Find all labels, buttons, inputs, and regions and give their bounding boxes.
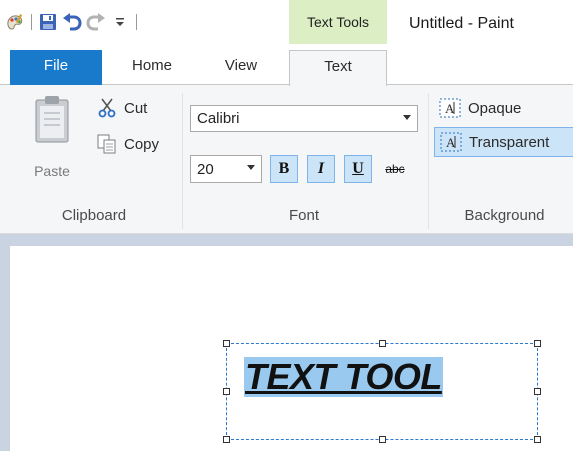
italic-button[interactable]: I: [307, 155, 335, 183]
window-title: Untitled - Paint: [409, 15, 514, 32]
paste-icon: [34, 95, 70, 146]
text-tools-context-header: Text Tools: [289, 0, 387, 44]
transparent-button[interactable]: A Transparent: [434, 127, 573, 157]
undo-icon[interactable]: [61, 11, 83, 33]
resize-handle[interactable]: [379, 340, 386, 347]
tab-text[interactable]: Text: [289, 50, 387, 86]
group-separator: [182, 93, 183, 229]
paste-button[interactable]: Paste: [26, 95, 78, 185]
ribbon-tabs: File Home View Text: [0, 50, 573, 86]
background-group-label: Background: [464, 207, 545, 224]
strikethrough-button[interactable]: abc: [381, 155, 409, 183]
group-separator: [428, 93, 429, 229]
resize-handle[interactable]: [223, 436, 230, 443]
typed-text[interactable]: TEXT TOOL: [244, 357, 443, 397]
underline-button[interactable]: U: [344, 155, 372, 183]
cut-label: Cut: [124, 99, 148, 117]
redo-icon[interactable]: [85, 11, 107, 33]
opaque-label: Opaque: [468, 99, 522, 117]
cut-button[interactable]: Cut: [96, 96, 147, 120]
paint-app-icon[interactable]: [4, 11, 26, 33]
resize-handle[interactable]: [223, 388, 230, 395]
scissors-icon: [96, 97, 118, 119]
resize-handle[interactable]: [534, 436, 541, 443]
ribbon-panel: Paste Cut Copy Clipboard Calibri 20 B I …: [0, 85, 573, 234]
customize-dropdown-icon[interactable]: [109, 11, 131, 33]
font-family-select[interactable]: Calibri: [190, 105, 418, 132]
clipboard-group-label: Clipboard: [61, 207, 127, 224]
resize-handle[interactable]: [534, 340, 541, 347]
copy-button[interactable]: Copy: [96, 132, 159, 156]
chevron-down-icon: [403, 115, 411, 120]
resize-handle[interactable]: [379, 436, 386, 443]
transparent-label: Transparent: [469, 133, 550, 151]
text-box-selection[interactable]: TEXT TOOL: [223, 340, 541, 443]
copy-icon: [96, 133, 118, 155]
resize-handle[interactable]: [534, 388, 541, 395]
transparent-icon: A: [439, 131, 463, 153]
opaque-button[interactable]: A Opaque: [434, 93, 521, 123]
quick-access-toolbar: [4, 10, 142, 34]
drawing-canvas[interactable]: TEXT TOOL: [10, 246, 573, 451]
toolbar-separator: [31, 14, 32, 30]
resize-handle[interactable]: [223, 340, 230, 347]
opaque-icon: A: [438, 97, 462, 119]
copy-label: Copy: [124, 135, 160, 153]
save-icon[interactable]: [37, 11, 59, 33]
canvas-workspace: TEXT TOOL: [0, 234, 573, 451]
font-size-select[interactable]: 20: [190, 155, 262, 183]
chevron-down-icon: [247, 165, 255, 170]
font-size-value: 20: [197, 161, 214, 178]
tab-home[interactable]: Home: [112, 50, 192, 85]
paste-label: Paste: [34, 163, 70, 179]
title-bar: Text Tools Untitled - Paint: [0, 0, 573, 50]
bold-button[interactable]: B: [270, 155, 298, 183]
font-group-label: Font: [288, 207, 319, 224]
toolbar-separator: [136, 14, 137, 30]
tab-file[interactable]: File: [10, 50, 102, 85]
tab-view[interactable]: View: [202, 50, 280, 85]
font-family-value: Calibri: [197, 110, 240, 127]
